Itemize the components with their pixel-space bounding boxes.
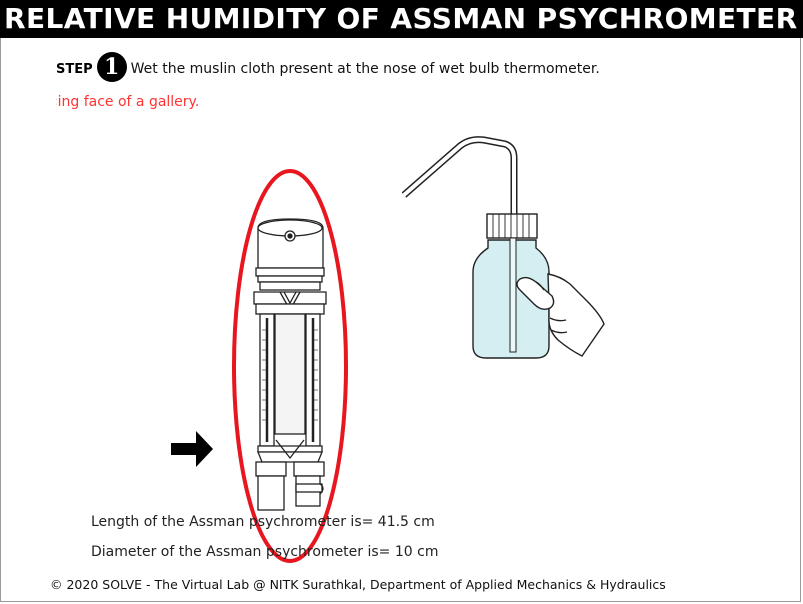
- diameter-info: Diameter of the Assman psychrometer is= …: [91, 544, 439, 560]
- footer-copyright: © 2020 SOLVE - The Virtual Lab @ NITK Su…: [50, 577, 666, 592]
- length-info: Length of the Assman psychrometer is= 41…: [91, 514, 435, 530]
- psychrometer-icon[interactable]: [253, 218, 327, 511]
- arrow-right-icon: [171, 431, 213, 467]
- wash-bottle-icon[interactable]: [401, 136, 550, 359]
